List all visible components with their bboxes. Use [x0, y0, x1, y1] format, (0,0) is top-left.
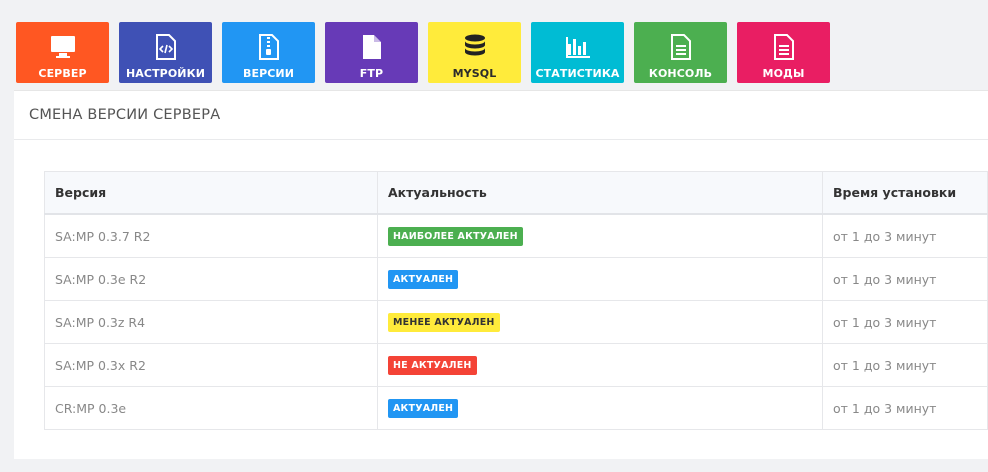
nav-mods-label: МОДЫ [762, 67, 805, 80]
table-row[interactable]: SA:MP 0.3x R2 НЕ АКТУАЛЕН от 1 до 3 мину… [44, 343, 988, 387]
nav-mysql-label: MYSQL [452, 67, 497, 80]
install-time-cell: от 1 до 3 минут [822, 300, 988, 344]
version-panel: СМЕНА ВЕРСИИ СЕРВЕРА Версия Актуальность… [14, 90, 988, 459]
install-time-cell: от 1 до 3 минут [822, 213, 988, 258]
nav-mysql-button[interactable]: MYSQL [428, 22, 521, 83]
code-file-icon [152, 33, 180, 61]
column-header-version: Версия [44, 171, 378, 215]
nav-settings-label: НАСТРОЙКИ [125, 67, 205, 80]
table-row[interactable]: SA:MP 0.3.7 R2 НАИБОЛЕЕ АКТУАЛЕН от 1 до… [44, 213, 988, 258]
nav-versions-label: ВЕРСИИ [242, 67, 295, 80]
nav-server-label: СЕРВЕР [38, 67, 87, 80]
version-cell: SA:MP 0.3e R2 [44, 257, 378, 301]
status-badge: МЕНЕЕ АКТУАЛЕН [388, 312, 500, 332]
nav-statistics-label: СТАТИСТИКА [535, 67, 620, 80]
document-icon [770, 33, 798, 61]
status-badge: АКТУАЛЕН [388, 398, 459, 418]
document-icon [667, 33, 695, 61]
nav-console-label: КОНСОЛЬ [648, 67, 713, 80]
status-badge: АКТУАЛЕН [388, 269, 459, 289]
table-header-row: Версия Актуальность Время установки [44, 171, 988, 215]
nav-ftp-button[interactable]: FTP [325, 22, 418, 83]
status-badge: НЕ АКТУАЛЕН [388, 355, 477, 375]
install-time-cell: от 1 до 3 минут [822, 257, 988, 301]
status-cell: МЕНЕЕ АКТУАЛЕН [377, 300, 823, 344]
column-header-relevance: Актуальность [377, 171, 823, 215]
version-cell: CR:MP 0.3e [44, 386, 378, 430]
versions-table: Версия Актуальность Время установки SA:M… [44, 171, 988, 430]
table-row[interactable]: SA:MP 0.3e R2 АКТУАЛЕН от 1 до 3 минут [44, 257, 988, 301]
nav-ftp-label: FTP [359, 67, 384, 80]
file-icon [358, 33, 386, 61]
nav-versions-button[interactable]: ВЕРСИИ [222, 22, 315, 83]
install-time-cell: от 1 до 3 минут [822, 343, 988, 387]
status-cell: АКТУАЛЕН [377, 257, 823, 301]
nav-server-button[interactable]: СЕРВЕР [16, 22, 109, 83]
status-cell: АКТУАЛЕН [377, 386, 823, 430]
nav-settings-button[interactable]: НАСТРОЙКИ [119, 22, 212, 83]
status-badge: НАИБОЛЕЕ АКТУАЛЕН [388, 226, 523, 246]
column-header-install-time: Время установки [822, 171, 988, 215]
nav-statistics-button[interactable]: СТАТИСТИКА [531, 22, 624, 83]
top-nav: СЕРВЕР НАСТРОЙКИ ВЕРСИИ FTP MYSQL СТАТИС… [16, 22, 830, 83]
archive-file-icon [255, 33, 283, 61]
version-cell: SA:MP 0.3x R2 [44, 343, 378, 387]
table-row[interactable]: CR:MP 0.3e АКТУАЛЕН от 1 до 3 минут [44, 386, 988, 430]
version-cell: SA:MP 0.3z R4 [44, 300, 378, 344]
panel-title: СМЕНА ВЕРСИИ СЕРВЕРА [14, 91, 988, 140]
install-time-cell: от 1 до 3 минут [822, 386, 988, 430]
bar-chart-icon [564, 33, 592, 61]
database-icon [461, 33, 489, 61]
nav-console-button[interactable]: КОНСОЛЬ [634, 22, 727, 83]
table-row[interactable]: SA:MP 0.3z R4 МЕНЕЕ АКТУАЛЕН от 1 до 3 м… [44, 300, 988, 344]
monitor-icon [49, 33, 77, 61]
status-cell: НАИБОЛЕЕ АКТУАЛЕН [377, 213, 823, 258]
version-cell: SA:MP 0.3.7 R2 [44, 213, 378, 258]
nav-mods-button[interactable]: МОДЫ [737, 22, 830, 83]
status-cell: НЕ АКТУАЛЕН [377, 343, 823, 387]
